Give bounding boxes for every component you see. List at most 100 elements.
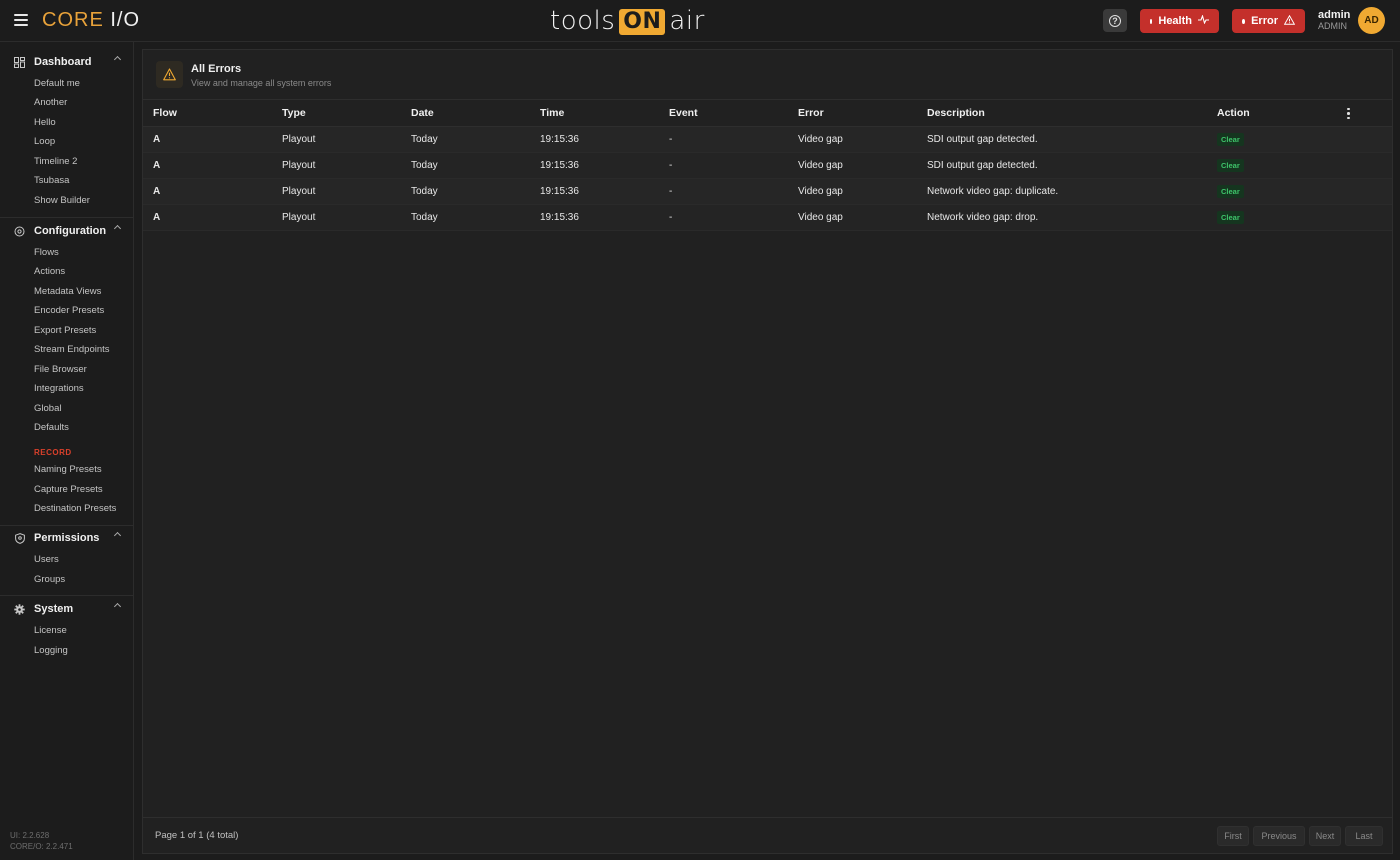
panel-header: All Errors View and manage all system er…	[143, 50, 1392, 100]
cell-description: SDI output gap detected.	[917, 126, 1207, 153]
divider	[0, 595, 134, 596]
pagination-bar: Page 1 of 1 (4 total) First Previous Nex…	[143, 817, 1392, 853]
sidebar-item-destination-presets[interactable]: Destination Presets	[34, 503, 116, 514]
sidebar-item-groups[interactable]: Groups	[34, 574, 65, 585]
sidebar-item-show-builder[interactable]: Show Builder	[34, 195, 90, 206]
cell-date: Today	[401, 152, 530, 179]
sidebar-item-encoder-presets[interactable]: Encoder Presets	[34, 305, 104, 316]
sidebar-item-file-browser[interactable]: File Browser	[34, 364, 87, 375]
warning-icon	[1283, 14, 1296, 28]
chevron-up-icon	[113, 602, 122, 611]
sidebar-section-system[interactable]: System	[14, 601, 126, 617]
more-vertical-icon[interactable]	[1347, 107, 1350, 120]
table-header-row: Flow Type Date Time Event Error Descript…	[143, 101, 1392, 127]
sidebar-item-timeline-2[interactable]: Timeline 2	[34, 156, 77, 167]
clear-button[interactable]: Clear	[1217, 184, 1244, 198]
sidebar-item-hello[interactable]: Hello	[34, 117, 56, 128]
sidebar-section-permissions[interactable]: Permissions	[14, 530, 126, 546]
warning-icon	[156, 61, 183, 88]
cell-description: Network video gap: drop.	[917, 204, 1207, 231]
sidebar-item-integrations[interactable]: Integrations	[34, 383, 84, 394]
status-dot-icon	[1150, 18, 1153, 24]
user-role: ADMIN	[1318, 21, 1347, 31]
user-name: admin	[1318, 9, 1351, 21]
column-header-error[interactable]: Error	[788, 101, 917, 127]
sidebar-item-metadata-views[interactable]: Metadata Views	[34, 286, 101, 297]
help-button[interactable]: ?	[1103, 9, 1127, 32]
cell-action: Clear	[1207, 126, 1337, 153]
sidebar-item-naming-presets[interactable]: Naming Presets	[34, 464, 102, 475]
sidebar-item-export-presets[interactable]: Export Presets	[34, 325, 96, 336]
errors-table: Flow Type Date Time Event Error Descript…	[143, 101, 1392, 231]
cell-date: Today	[401, 178, 530, 205]
page-info: Page 1 of 1 (4 total)	[155, 830, 239, 841]
avatar[interactable]: AD	[1358, 7, 1385, 34]
page-title: All Errors	[191, 63, 242, 75]
table-row: A Playout Today 19:15:36 - Video gap Net…	[143, 178, 1392, 205]
column-header-description[interactable]: Description	[917, 101, 1207, 127]
cell-type: Playout	[272, 152, 401, 179]
sidebar-item-flows[interactable]: Flows	[34, 247, 59, 258]
last-page-button[interactable]: Last	[1345, 826, 1383, 846]
column-header-type[interactable]: Type	[272, 101, 401, 127]
clear-button[interactable]: Clear	[1217, 132, 1244, 146]
column-header-event[interactable]: Event	[659, 101, 788, 127]
cell-event: -	[659, 178, 788, 205]
column-header-time[interactable]: Time	[530, 101, 659, 127]
cell-date: Today	[401, 204, 530, 231]
health-label: Health	[1158, 15, 1192, 27]
cell-action: Clear	[1207, 178, 1337, 205]
sidebar-item-license[interactable]: License	[34, 625, 67, 636]
sidebar-item-another[interactable]: Another	[34, 97, 67, 108]
sidebar-section-configuration[interactable]: Configuration	[14, 223, 126, 239]
previous-page-button[interactable]: Previous	[1253, 826, 1305, 846]
cell-type: Playout	[272, 178, 401, 205]
cell-error: Video gap	[788, 204, 917, 231]
divider	[0, 525, 134, 526]
cell-event: -	[659, 126, 788, 153]
cell-description: Network video gap: duplicate.	[917, 178, 1207, 205]
cell-error: Video gap	[788, 178, 917, 205]
table-row: A Playout Today 19:15:36 - Video gap SDI…	[143, 152, 1392, 179]
sidebar-item-loop[interactable]: Loop	[34, 136, 55, 147]
chevron-up-icon	[113, 55, 122, 64]
sidebar-item-tsubasa[interactable]: Tsubasa	[34, 175, 69, 186]
sidebar-section-dashboard[interactable]: Dashboard	[14, 54, 126, 70]
cell-time: 19:15:36	[530, 152, 659, 179]
error-button[interactable]: Error	[1232, 9, 1305, 33]
user-info: admin ADMIN	[1318, 10, 1350, 32]
status-dot-icon	[1242, 18, 1246, 24]
first-page-button[interactable]: First	[1217, 826, 1249, 846]
sidebar-item-defaults[interactable]: Defaults	[34, 422, 69, 433]
gear-icon	[14, 603, 25, 615]
error-label: Error	[1251, 15, 1278, 27]
pulse-icon	[1198, 14, 1209, 27]
cell-flow: A	[143, 178, 272, 205]
column-header-date[interactable]: Date	[401, 101, 530, 127]
cell-time: 19:15:36	[530, 178, 659, 205]
sidebar-item-global[interactable]: Global	[34, 403, 61, 414]
clear-button[interactable]: Clear	[1217, 158, 1244, 172]
core-io-logo: CORE I/O	[42, 9, 141, 31]
cell-type: Playout	[272, 126, 401, 153]
next-page-button[interactable]: Next	[1309, 826, 1341, 846]
sidebar-item-capture-presets[interactable]: Capture Presets	[34, 484, 103, 495]
sidebar-item-stream-endpoints[interactable]: Stream Endpoints	[34, 344, 110, 355]
sidebar-item-logging[interactable]: Logging	[34, 645, 68, 656]
sidebar-item-default-me[interactable]: Default me	[34, 78, 80, 89]
column-header-action[interactable]: Action	[1207, 101, 1337, 127]
cell-empty	[1337, 152, 1392, 179]
menu-icon[interactable]	[14, 14, 28, 26]
sidebar-item-actions[interactable]: Actions	[34, 266, 65, 277]
clear-button[interactable]: Clear	[1217, 210, 1244, 224]
shield-icon	[14, 532, 25, 544]
errors-panel: All Errors View and manage all system er…	[142, 49, 1393, 854]
cell-empty	[1337, 178, 1392, 205]
health-button[interactable]: Health	[1140, 9, 1219, 33]
sidebar-item-users[interactable]: Users	[34, 554, 59, 565]
cell-date: Today	[401, 126, 530, 153]
cell-action: Clear	[1207, 204, 1337, 231]
column-header-flow[interactable]: Flow	[143, 101, 272, 127]
column-menu[interactable]	[1337, 101, 1392, 127]
cell-event: -	[659, 204, 788, 231]
